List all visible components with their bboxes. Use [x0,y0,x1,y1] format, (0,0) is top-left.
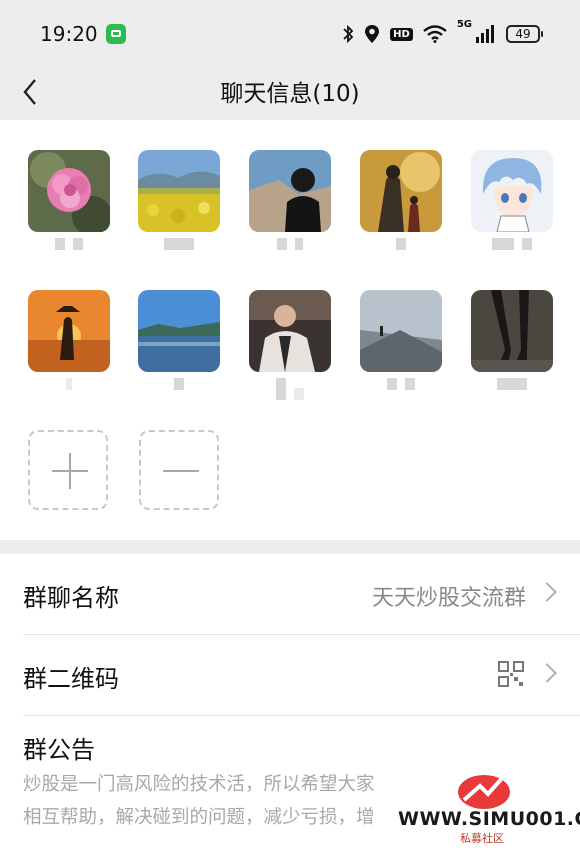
status-time: 19:20 [40,22,98,46]
network-type: 5G [456,19,472,30]
avatar [138,150,220,232]
avatar [249,150,331,232]
page-title: 聊天信息(10) [220,81,360,107]
member-item[interactable] [471,150,553,250]
member-item[interactable] [28,290,110,390]
notice-line: 相互帮助，解决碰到的问题，减少亏损，增 [23,807,375,828]
member-grid [0,120,580,540]
member-item[interactable] [28,150,110,250]
member-name-redacted [471,238,553,252]
watermark-subtitle: 私募社区 [460,832,504,845]
avatar [471,290,553,372]
battery-level: 49 [515,27,531,41]
avatar [471,150,553,232]
nav-bar: 聊天信息(10) [0,64,580,120]
member-name-redacted [249,378,331,400]
group-qr-row[interactable]: 群二维码 [0,635,580,715]
group-qr-label: 群二维码 [23,665,119,693]
group-notice-text[interactable]: 炒股是一门高风险的技术活，所以希望大家 相互帮助，解决碰到的问题，减少亏损，增 [23,768,423,834]
signal-icon [476,25,496,43]
message-app-icon [106,24,126,44]
member-name-redacted [360,238,442,252]
avatar [360,150,442,232]
avatar [360,290,442,372]
wifi-icon [423,25,447,43]
member-item[interactable] [138,150,220,250]
member-name-redacted [138,378,220,392]
avatar [249,290,331,372]
avatar [138,290,220,372]
qr-code-icon [498,661,524,687]
group-notice-label[interactable]: 群公告 [23,730,95,765]
hd-badge: HD [390,27,413,41]
simu-logo-icon [458,772,510,809]
group-name-value: 天天炒股交流群 [371,586,526,611]
member-name-redacted [28,238,110,252]
battery-icon: 49 [506,25,543,43]
status-bar: 19:20 HD 5G 49 [0,0,580,64]
add-member-button[interactable] [28,430,108,510]
member-item[interactable] [138,290,220,390]
watermark-domain: WWW.SIMU001.CN [398,808,580,830]
member-name-redacted [28,378,110,392]
bluetooth-icon [342,24,354,44]
member-name-redacted [138,238,220,252]
member-item[interactable] [360,290,442,390]
avatar [28,290,110,372]
member-item[interactable] [249,290,331,400]
member-item[interactable] [471,290,553,390]
member-item[interactable] [360,150,442,250]
location-icon [364,24,380,44]
remove-member-button[interactable] [139,430,219,510]
divider [23,715,580,716]
member-item[interactable] [249,150,331,250]
notice-line: 炒股是一门高风险的技术活，所以希望大家 [23,774,375,795]
chevron-right-icon [537,663,557,683]
watermark: WWW.SIMU001.CN 私募社区 [398,768,580,848]
avatar [28,150,110,232]
member-name-redacted [249,238,331,252]
member-name-redacted [471,378,553,392]
group-name-label: 群聊名称 [23,584,119,612]
member-name-redacted [360,378,442,392]
group-name-row[interactable]: 群聊名称 天天炒股交流群 [0,554,580,634]
chevron-right-icon [537,582,557,602]
status-icons: HD 5G 49 [342,19,543,46]
